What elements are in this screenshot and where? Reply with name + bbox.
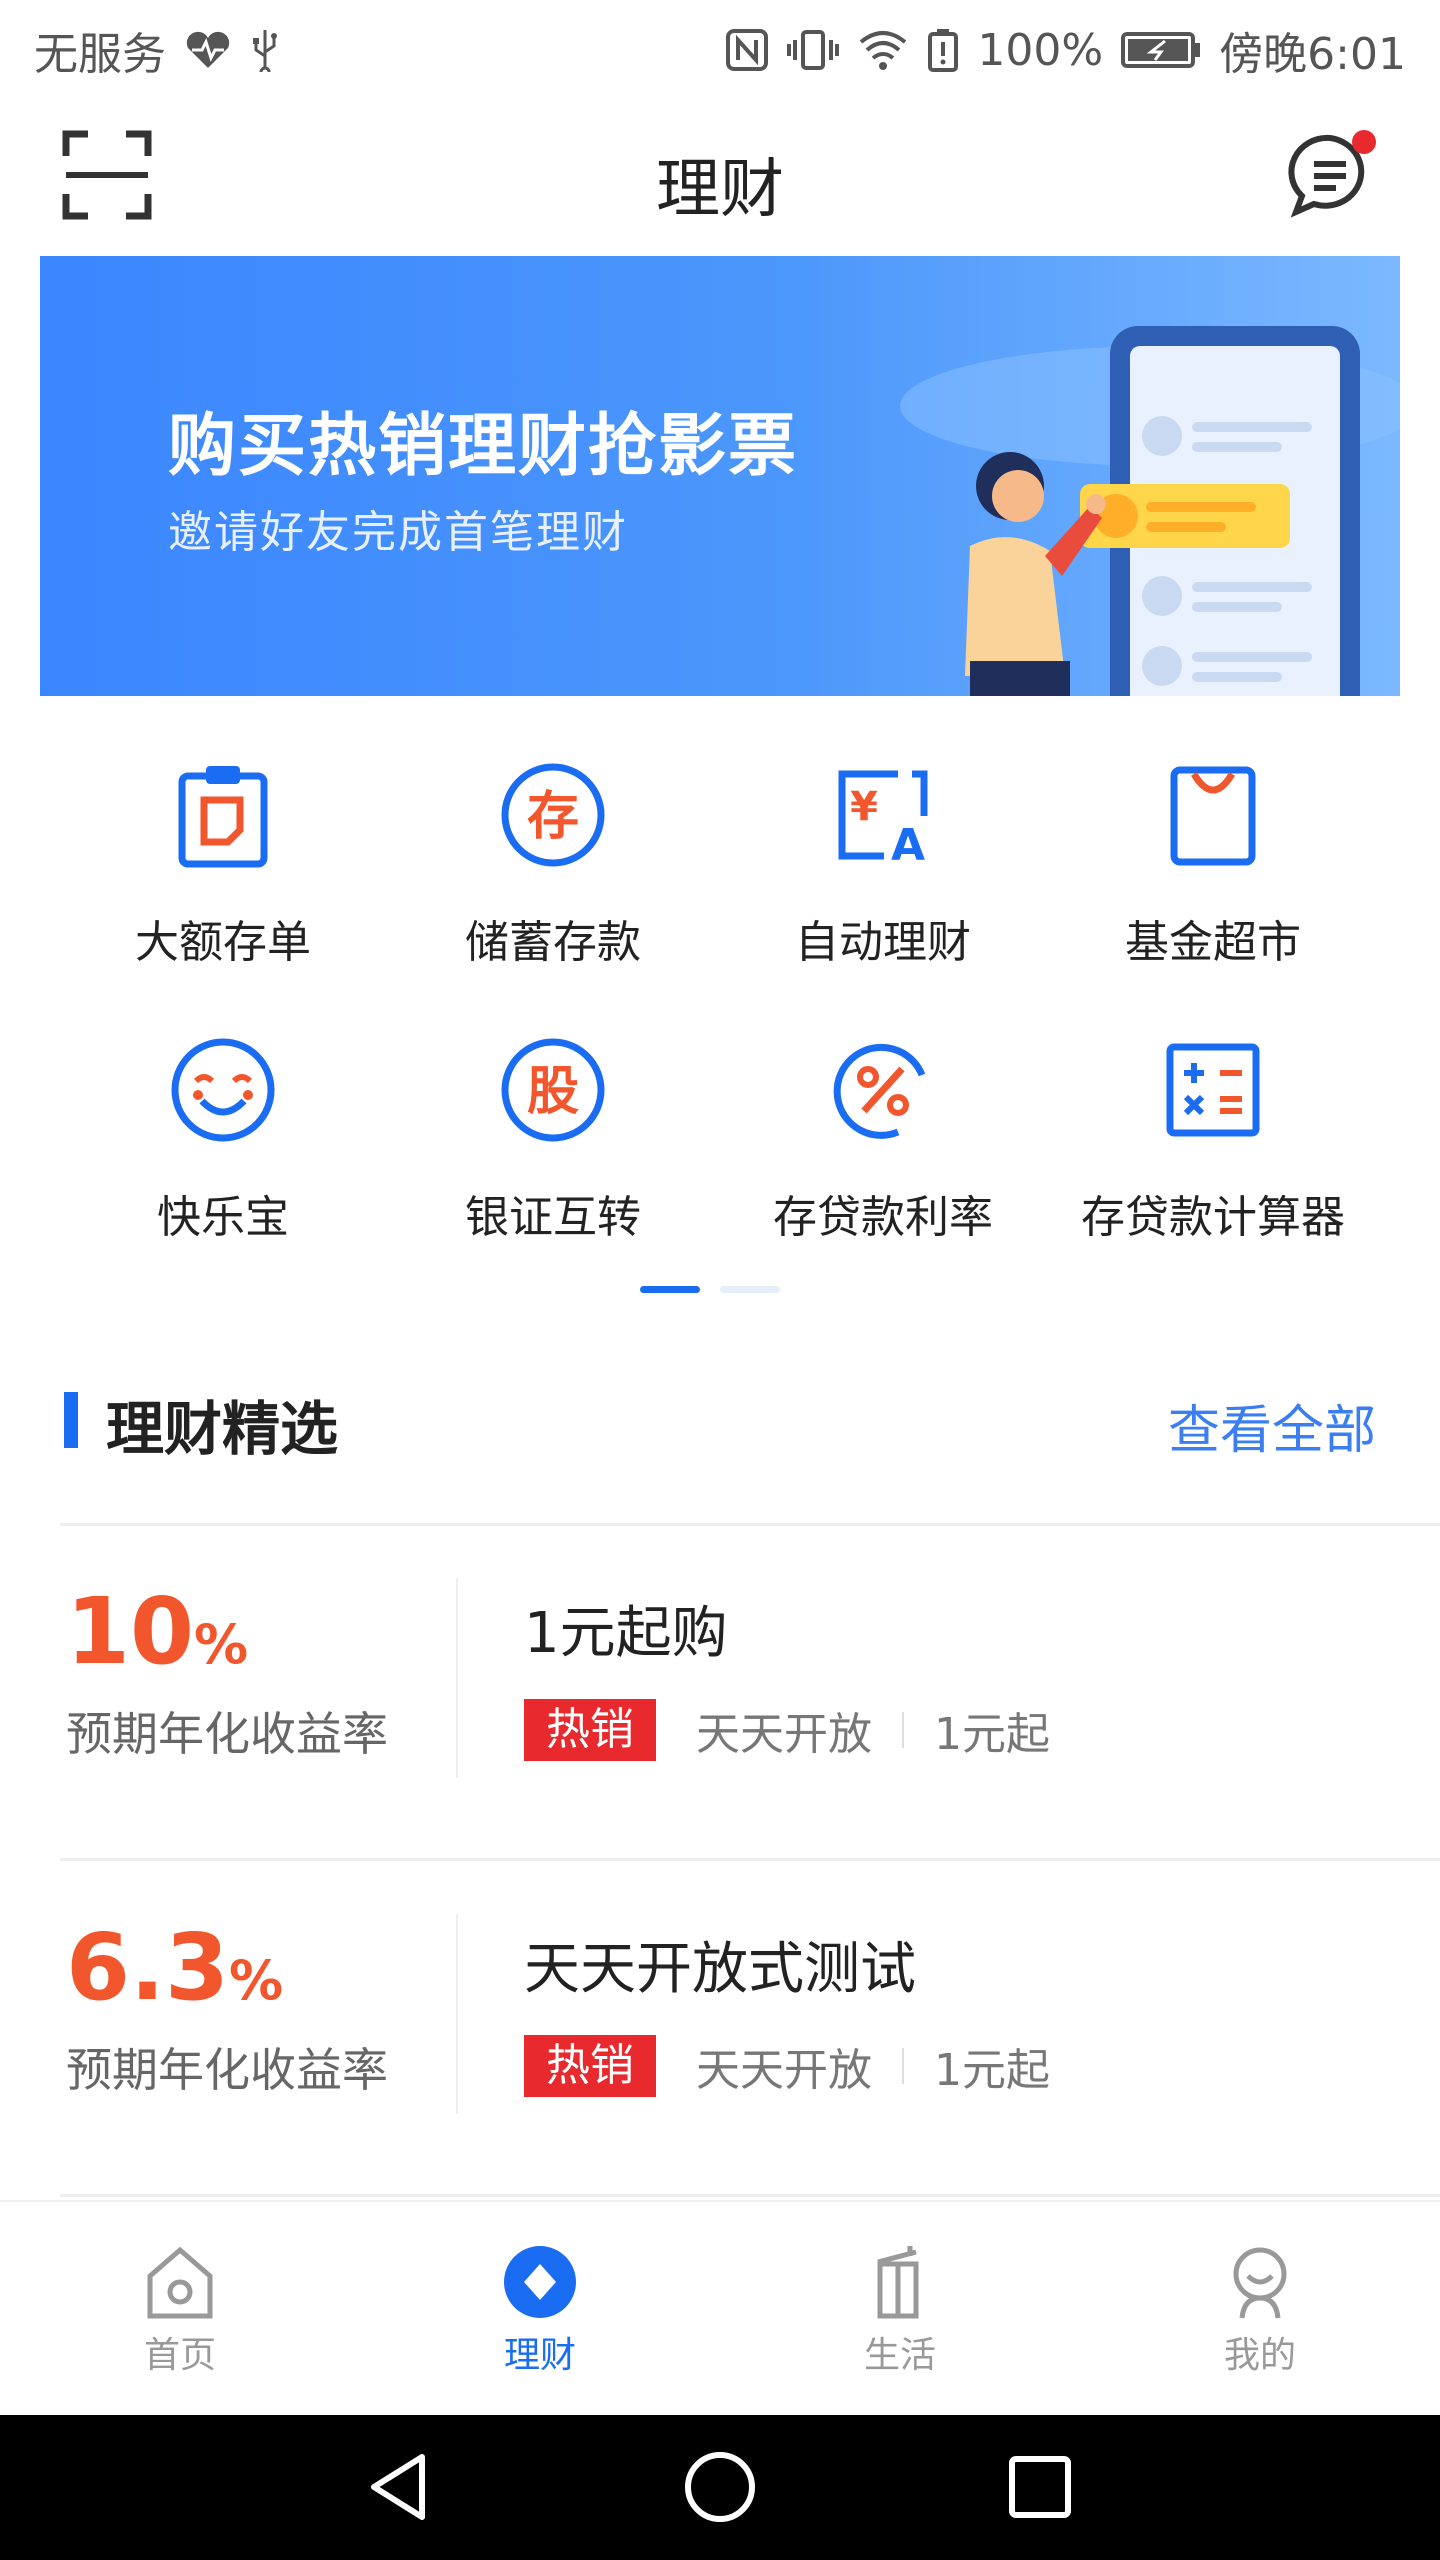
fund-market-icon bbox=[1170, 766, 1256, 866]
quick-item-auto-finance[interactable]: ¥ A 自动理财 bbox=[718, 760, 1048, 1020]
quick-item-fund-market[interactable]: 基金超市 bbox=[1048, 760, 1378, 1020]
recents-icon[interactable] bbox=[1000, 2447, 1080, 2527]
vibrate-icon bbox=[787, 28, 840, 72]
expected-rate: 10% bbox=[66, 1578, 248, 1685]
divider bbox=[60, 1523, 1440, 1526]
page-dot[interactable] bbox=[720, 1286, 780, 1293]
product-tags: 热销 天天开放 1元起 bbox=[524, 2034, 1050, 2098]
usb-icon bbox=[250, 28, 280, 72]
section-title: 理财精选 bbox=[106, 1395, 339, 1463]
bottom-tab-bar: 首页 理财 生活 我的 bbox=[0, 2200, 1440, 2415]
quick-item-interest-rate[interactable]: 存贷款利率 bbox=[718, 1035, 1048, 1295]
quick-item-label: 自动理财 bbox=[795, 917, 971, 968]
rate-value: 6.3 bbox=[66, 1914, 229, 2021]
quick-item-label: 基金超市 bbox=[1125, 917, 1301, 968]
tab-label: 理财 bbox=[503, 2335, 576, 2376]
heart-rate-icon bbox=[184, 30, 232, 70]
home-icon bbox=[147, 2246, 213, 2319]
svg-text:存: 存 bbox=[527, 787, 579, 847]
quick-item-label: 存贷款利率 bbox=[773, 1192, 993, 1243]
profile-icon bbox=[1233, 2247, 1287, 2319]
divider bbox=[456, 1578, 458, 1778]
tab-profile[interactable]: 我的 bbox=[1160, 2242, 1360, 2378]
banner-title: 购买热销理财抢影票 bbox=[168, 407, 799, 486]
product-name: 1元起购 bbox=[524, 1601, 728, 1666]
quick-item-label: 快乐宝 bbox=[157, 1192, 289, 1243]
quick-item-calculator[interactable]: 存贷款计算器 bbox=[1048, 1035, 1378, 1295]
quick-item-label: 存贷款计算器 bbox=[1081, 1192, 1345, 1243]
page-indicator bbox=[0, 1286, 1440, 1294]
section-accent-bar bbox=[64, 1392, 78, 1448]
quick-item-label: 储蓄存款 bbox=[465, 917, 641, 968]
stock-transfer-icon: 股 bbox=[501, 1038, 605, 1142]
clock: 傍晚6:01 bbox=[1219, 29, 1406, 80]
wifi-icon bbox=[857, 28, 909, 72]
tag-separator bbox=[902, 2048, 904, 2084]
nfc-icon bbox=[725, 28, 769, 72]
battery-charging-icon bbox=[1121, 30, 1201, 70]
battery-level: 100% bbox=[977, 24, 1104, 76]
divider bbox=[60, 1858, 1440, 1861]
unread-badge bbox=[1352, 130, 1376, 154]
auto-finance-icon: ¥ A bbox=[838, 770, 928, 870]
divider bbox=[456, 1914, 458, 2114]
quick-item-label: 银证互转 bbox=[465, 1192, 641, 1243]
tab-finance[interactable]: 理财 bbox=[440, 2242, 640, 2378]
finance-icon bbox=[504, 2246, 576, 2318]
message-icon bbox=[1288, 130, 1376, 218]
life-icon bbox=[877, 2246, 919, 2319]
quick-item-happy-bao[interactable]: 快乐宝 bbox=[58, 1035, 388, 1295]
rate-label: 预期年化收益率 bbox=[66, 1707, 388, 1761]
tab-life[interactable]: 生活 bbox=[800, 2242, 1000, 2378]
svg-text:股: 股 bbox=[527, 1062, 579, 1122]
open-type: 天天开放 bbox=[696, 2045, 872, 2096]
expected-rate: 6.3% bbox=[66, 1914, 283, 2021]
banner-illustration bbox=[900, 326, 1400, 696]
quick-item-bank-securities[interactable]: 股 银证互转 bbox=[388, 1035, 718, 1295]
quick-item-large-deposit[interactable]: 大额存单 bbox=[58, 760, 388, 1020]
quick-item-label: 大额存单 bbox=[135, 917, 311, 968]
smiley-icon bbox=[171, 1038, 275, 1142]
page-title: 理财 bbox=[656, 153, 784, 227]
rate-value: 10 bbox=[66, 1578, 195, 1685]
featured-section-header: 理财精选 查看全部 bbox=[0, 1370, 1440, 1470]
quick-item-savings[interactable]: 存 储蓄存款 bbox=[388, 760, 718, 1020]
product-card[interactable]: 6.3% 预期年化收益率 天天开放式测试 热销 天天开放 1元起 bbox=[0, 1864, 1440, 2194]
rate-unit: % bbox=[194, 1613, 249, 1676]
product-name: 天天开放式测试 bbox=[524, 1937, 916, 2002]
carrier-text: 无服务 bbox=[34, 29, 166, 80]
promo-banner[interactable]: 购买热销理财抢影票 邀请好友完成首笔理财 bbox=[40, 256, 1400, 696]
interest-rate-icon bbox=[833, 1043, 926, 1139]
back-icon[interactable] bbox=[360, 2447, 440, 2527]
hot-badge: 热销 bbox=[524, 2035, 656, 2097]
home-circle-icon[interactable] bbox=[680, 2447, 760, 2527]
min-purchase: 1元起 bbox=[934, 1709, 1050, 1760]
open-type: 天天开放 bbox=[696, 1709, 872, 1760]
certificate-deposit-icon bbox=[178, 766, 268, 868]
product-card[interactable]: 10% 预期年化收益率 1元起购 热销 天天开放 1元起 bbox=[0, 1528, 1440, 1858]
page-dot-active bbox=[640, 1286, 700, 1293]
svg-text:A: A bbox=[891, 820, 925, 870]
savings-deposit-icon: 存 bbox=[501, 763, 605, 867]
message-button[interactable] bbox=[1284, 128, 1380, 224]
tag-separator bbox=[902, 1712, 904, 1748]
battery-alert-icon bbox=[927, 28, 959, 72]
rate-label: 预期年化收益率 bbox=[66, 2043, 388, 2097]
min-purchase: 1元起 bbox=[934, 2045, 1050, 2096]
divider bbox=[60, 2194, 1440, 2197]
tab-label: 我的 bbox=[1223, 2335, 1296, 2376]
status-bar: 无服务 100% 傍晚6:01 bbox=[0, 0, 1440, 100]
system-nav-bar bbox=[0, 2415, 1440, 2560]
banner-subtitle: 邀请好友完成首笔理财 bbox=[168, 507, 628, 558]
rate-unit: % bbox=[228, 1949, 284, 2012]
app-header: 理财 bbox=[0, 100, 1440, 255]
hot-badge: 热销 bbox=[524, 1699, 656, 1761]
tab-label: 首页 bbox=[143, 2335, 216, 2376]
product-tags: 热销 天天开放 1元起 bbox=[524, 1698, 1050, 1762]
svg-text:¥: ¥ bbox=[850, 784, 878, 830]
view-all-link[interactable]: 查看全部 bbox=[1168, 1388, 1376, 1463]
tab-home[interactable]: 首页 bbox=[80, 2242, 280, 2378]
calculator-icon bbox=[1166, 1043, 1260, 1137]
tab-label: 生活 bbox=[863, 2335, 936, 2376]
